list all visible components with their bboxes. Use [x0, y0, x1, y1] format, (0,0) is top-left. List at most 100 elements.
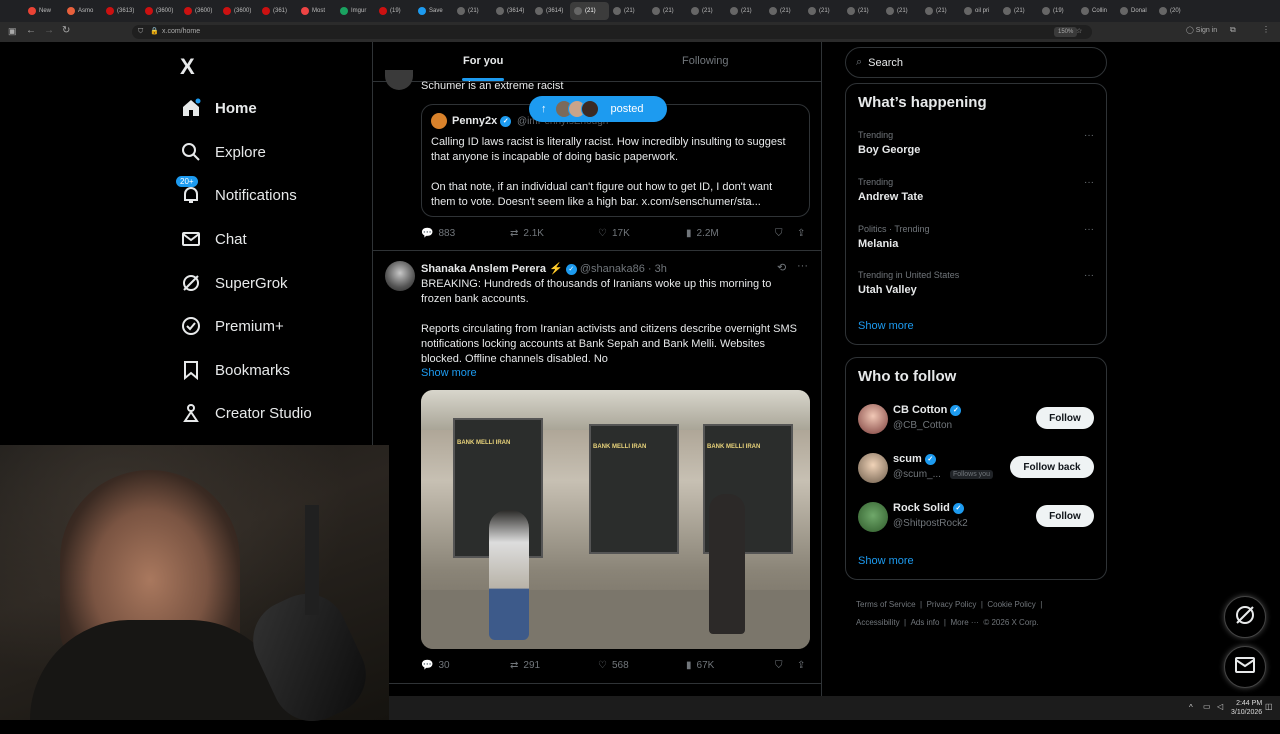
nav-item-bookmarks[interactable]: Bookmarks	[180, 355, 290, 385]
follow-name[interactable]: CB Cotton ✓	[893, 404, 962, 416]
browser-tab[interactable]: (3614)	[492, 2, 531, 20]
browser-tab[interactable]: (21)	[843, 2, 882, 20]
more-icon[interactable]: ···	[1084, 177, 1094, 188]
avatar[interactable]	[385, 261, 415, 291]
follow-name[interactable]: Rock Solid ✓	[893, 502, 964, 514]
trend-item[interactable]: Politics · Trending Melania ···	[846, 222, 1106, 266]
browser-tab[interactable]: Save	[414, 2, 453, 20]
browser-tab[interactable]: (21)	[687, 2, 726, 20]
reply-button[interactable]: 💬 883	[421, 228, 455, 239]
trend-item[interactable]: Trending Andrew Tate ···	[846, 175, 1106, 219]
signin-link[interactable]: ◯ Sign in	[1186, 26, 1217, 34]
extensions-icon[interactable]: ⧉	[1230, 25, 1236, 35]
nav-item-explore[interactable]: Explore	[180, 137, 266, 167]
tweet-image[interactable]: BANK MELLI IRAN BANK MELLI IRAN BANK MEL…	[421, 390, 810, 649]
browser-tab[interactable]: Collin	[1077, 2, 1116, 20]
browser-tab[interactable]: (3600)	[180, 2, 219, 20]
x-logo-icon[interactable]: X	[180, 54, 195, 80]
share-button[interactable]: ⇪	[797, 660, 805, 671]
browser-tab[interactable]: (21)	[609, 2, 648, 20]
views-button[interactable]: ▮ 2.2M	[686, 228, 719, 239]
bookmark-button[interactable]: ⛉	[775, 228, 783, 239]
browser-tab[interactable]: (21)	[765, 2, 804, 20]
browser-tab[interactable]: (3600)	[219, 2, 258, 20]
browser-tab[interactable]: (21)	[570, 2, 609, 20]
more-icon[interactable]: ···	[1084, 130, 1094, 141]
star-icon[interactable]: ☆	[1076, 25, 1082, 39]
avatar[interactable]	[385, 70, 413, 90]
trend-item[interactable]: Trending in United States Utah Valley ··…	[846, 268, 1106, 312]
url-field[interactable]: ⛉ 🔒 x.com/home 150% ☆	[132, 25, 1092, 39]
tray-chevron-icon[interactable]: ^	[1189, 703, 1193, 712]
bookmark-button[interactable]: ⛉	[775, 660, 783, 671]
sidebar-toggle-icon[interactable]: ▣	[8, 26, 17, 37]
browser-tab[interactable]: (21)	[999, 2, 1038, 20]
browser-tab[interactable]: Imgur	[336, 2, 375, 20]
grok-icon[interactable]: ⟲	[777, 261, 786, 274]
browser-tab[interactable]: Most	[297, 2, 336, 20]
browser-tab[interactable]: (19)	[1038, 2, 1077, 20]
show-more-link[interactable]: Show more	[858, 555, 914, 567]
reply-button[interactable]: 💬 30	[421, 660, 450, 671]
browser-tab[interactable]: (21)	[648, 2, 687, 20]
views-button[interactable]: ▮ 67K	[686, 660, 714, 671]
zoom-level[interactable]: 150%	[1054, 27, 1078, 37]
browser-tab[interactable]: (20)	[1155, 2, 1194, 20]
browser-tab[interactable]: oil pri	[960, 2, 999, 20]
footer-ads[interactable]: Ads info	[911, 618, 940, 627]
footer-privacy[interactable]: Privacy Policy	[927, 600, 977, 609]
volume-icon[interactable]: ◁	[1217, 702, 1223, 711]
browser-tab[interactable]: (3614)	[531, 2, 570, 20]
nav-item-premium[interactable]: Premium+	[180, 311, 284, 341]
footer-accessibility[interactable]: Accessibility	[856, 618, 900, 627]
nav-item-home[interactable]: Home	[180, 93, 257, 123]
menu-icon[interactable]: ⋮	[1262, 25, 1270, 34]
browser-tab[interactable]: (3600)	[141, 2, 180, 20]
more-icon[interactable]: ···	[797, 260, 808, 272]
nav-item-chat[interactable]: Chat	[180, 224, 247, 254]
browser-tab[interactable]: (21)	[726, 2, 765, 20]
clock[interactable]: 2:44 PM 3/10/2026	[1231, 699, 1262, 717]
notification-icon[interactable]: ◫	[1265, 702, 1273, 711]
avatar[interactable]	[858, 404, 888, 434]
retweet-button[interactable]: ⇄ 291	[510, 660, 540, 671]
nav-item-supergrok[interactable]: SuperGrok	[180, 268, 288, 298]
browser-tab[interactable]: (21)	[453, 2, 492, 20]
author-handle[interactable]: @shanaka86	[580, 263, 645, 275]
nav-item-creator-studio[interactable]: Creator Studio	[180, 398, 312, 428]
show-more-link[interactable]: Show more	[421, 367, 477, 379]
browser-tab[interactable]: (21)	[804, 2, 843, 20]
browser-tab[interactable]: (21)	[882, 2, 921, 20]
network-icon[interactable]: ▭	[1203, 702, 1211, 711]
trend-item[interactable]: Trending Boy George ···	[846, 128, 1106, 172]
retweet-button[interactable]: ⇄ 2.1K	[510, 228, 544, 239]
browser-tab[interactable]: (19)	[375, 2, 414, 20]
browser-tab[interactable]: Donal	[1116, 2, 1155, 20]
like-button[interactable]: ♡ 17K	[598, 228, 630, 239]
avatar[interactable]	[858, 502, 888, 532]
back-icon[interactable]: ←	[26, 25, 36, 36]
tab-following[interactable]: Following	[682, 55, 728, 67]
footer-more[interactable]: More ···	[950, 618, 978, 627]
follow-button[interactable]: Follow	[1036, 505, 1094, 527]
share-button[interactable]: ⇪	[797, 228, 805, 239]
new-posts-pill[interactable]: ↑ posted	[529, 96, 667, 122]
reload-icon[interactable]: ↻	[62, 25, 70, 36]
follow-name[interactable]: scum ✓	[893, 453, 936, 465]
browser-tab[interactable]: New	[24, 2, 63, 20]
more-icon[interactable]: ···	[1084, 224, 1094, 235]
nav-item-notifications[interactable]: 20+ Notifications	[176, 176, 297, 210]
browser-tab[interactable]: (361)	[258, 2, 297, 20]
browser-tab[interactable]: (21)	[921, 2, 960, 20]
search-input[interactable]: ⌕ Search	[845, 47, 1107, 78]
tweet-time[interactable]: · 3h	[648, 263, 667, 275]
browser-tab[interactable]: Asmo	[63, 2, 102, 20]
grok-float-button[interactable]	[1224, 596, 1266, 638]
tab-for-you[interactable]: For you	[463, 55, 503, 67]
forward-icon[interactable]: →	[44, 25, 54, 36]
show-more-link[interactable]: Show more	[858, 320, 914, 332]
avatar[interactable]	[858, 453, 888, 483]
browser-tab[interactable]: (3613)	[102, 2, 141, 20]
follow-back-button[interactable]: Follow back	[1010, 456, 1094, 478]
messages-float-button[interactable]	[1224, 646, 1266, 688]
